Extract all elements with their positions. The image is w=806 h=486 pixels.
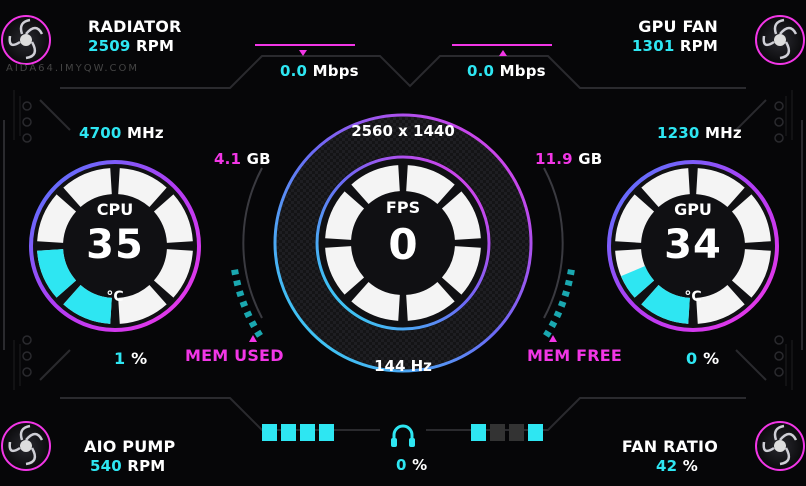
aio-pump-unit: RPM xyxy=(127,457,166,475)
gpu-clock-value: 1230 xyxy=(657,124,700,142)
fan-ratio-unit: % xyxy=(682,457,698,475)
radiator-label: RADIATOR xyxy=(88,17,182,36)
left-level-bar-3 xyxy=(300,424,315,441)
aio-pump-value: 540 xyxy=(90,457,122,475)
fan-ratio-fan-icon xyxy=(755,421,805,471)
aio-pump-readout: 540 RPM xyxy=(90,457,165,475)
mem-free-segment xyxy=(548,320,558,329)
radiator-unit: RPM xyxy=(136,37,175,55)
cpu-clock-readout: 4700 MHz xyxy=(79,124,164,142)
gpu-clock-unit: MHz xyxy=(705,124,742,142)
mem-used-value: 4.1 xyxy=(214,150,242,168)
left-level-bar-2 xyxy=(281,424,296,441)
gpu-temp-unit: °C xyxy=(684,289,702,305)
mem-used-segment xyxy=(243,310,253,319)
refresh-rate-label: 144 Hz xyxy=(374,357,432,375)
mem-used-marker-icon xyxy=(249,335,257,342)
mem-used-label: MEM USED xyxy=(185,346,284,365)
mem-used-segment xyxy=(248,320,258,329)
mem-free-segment xyxy=(543,329,552,338)
left-level-bars xyxy=(262,424,334,441)
cpu-load-readout: 1 % xyxy=(114,349,147,368)
audio-readout: 0 % xyxy=(396,456,427,474)
left-level-bar-1 xyxy=(262,424,277,441)
gpu-load-unit: % xyxy=(703,349,720,368)
gpu-fan-icon xyxy=(755,15,805,65)
fan-ratio-value: 42 xyxy=(656,457,678,475)
gpu-fan-unit: RPM xyxy=(679,37,718,55)
watermark-text: AIDA64.IMYQW.COM xyxy=(6,63,140,74)
mem-used-segment xyxy=(231,269,239,276)
mem-free-readout: 11.9 GB xyxy=(535,150,602,168)
fps-value: 0 xyxy=(388,220,418,269)
audio-value: 0 xyxy=(396,456,407,474)
gpu-fan-label: GPU FAN xyxy=(638,17,718,36)
mem-used-segment xyxy=(239,300,249,308)
gpu-load-value: 0 xyxy=(686,349,698,368)
aio-pump-label: AIO PUMP xyxy=(84,437,176,456)
radiator-value: 2509 xyxy=(88,37,131,55)
mem-free-marker-icon xyxy=(549,335,557,342)
net-upload-unit: Mbps xyxy=(499,62,546,80)
audio-unit: % xyxy=(412,456,428,474)
cpu-clock-unit: MHz xyxy=(127,124,164,142)
right-level-bar-2 xyxy=(490,424,505,441)
arrow-up-icon xyxy=(499,50,507,56)
mem-free-value: 11.9 xyxy=(535,150,573,168)
right-level-bar-4 xyxy=(528,424,543,441)
gpu-fan-value: 1301 xyxy=(631,37,675,55)
net-upload-value: 0.0 xyxy=(467,62,495,80)
cpu-temp-unit: °C xyxy=(106,289,124,305)
net-download-readout: 0.0 Mbps xyxy=(280,62,359,80)
mem-free-label: MEM FREE xyxy=(527,346,623,365)
mem-free-unit: GB xyxy=(578,150,603,168)
headphones-icon xyxy=(391,424,415,447)
right-level-bar-1 xyxy=(471,424,486,441)
radiator-readout: 2509 RPM xyxy=(88,37,174,55)
mem-free-segment xyxy=(567,269,575,276)
mem-used-unit: GB xyxy=(246,150,271,168)
fan-ratio-label: FAN RATIO xyxy=(621,437,718,456)
gpu-fan-readout: 1301 RPM xyxy=(632,37,718,55)
cpu-load-value: 1 xyxy=(114,349,126,368)
net-download-unit: Mbps xyxy=(312,62,359,80)
left-level-bar-4 xyxy=(319,424,334,441)
mem-free-segment xyxy=(557,300,567,308)
cpu-temp-value: 35 xyxy=(86,222,144,268)
fan-ratio-readout: 42 % xyxy=(656,457,698,475)
resolution-label: 2560 x 1440 xyxy=(351,122,455,140)
mem-used-readout: 4.1 GB xyxy=(214,150,271,168)
mem-used-segment xyxy=(236,290,245,298)
mem-free-segment xyxy=(553,310,563,319)
gpu-title: GPU xyxy=(674,200,712,219)
gpu-temp-value: 34 xyxy=(664,222,722,268)
gpu-clock-readout: 1230 MHz xyxy=(657,124,742,142)
aio-pump-fan-icon xyxy=(1,421,51,471)
net-upload-readout: 0.0 Mbps xyxy=(467,62,546,80)
net-download-value: 0.0 xyxy=(280,62,308,80)
cpu-load-unit: % xyxy=(131,349,148,368)
cpu-title: CPU xyxy=(96,200,134,219)
sensor-panel: RADIATOR 2509 RPM GPU FAN 1301 RPM AIO P… xyxy=(0,0,806,486)
cpu-clock-value: 4700 xyxy=(79,124,122,142)
fps-title: FPS xyxy=(385,198,421,217)
mem-free-segment xyxy=(564,279,573,287)
mem-used-segment xyxy=(254,329,263,338)
gpu-load-readout: 0 % xyxy=(686,349,719,368)
mem-free-segment xyxy=(561,290,570,298)
right-level-bars xyxy=(471,424,543,441)
radiator-fan-icon xyxy=(1,15,51,65)
right-level-bar-3 xyxy=(509,424,524,441)
mem-used-segment xyxy=(233,279,242,287)
